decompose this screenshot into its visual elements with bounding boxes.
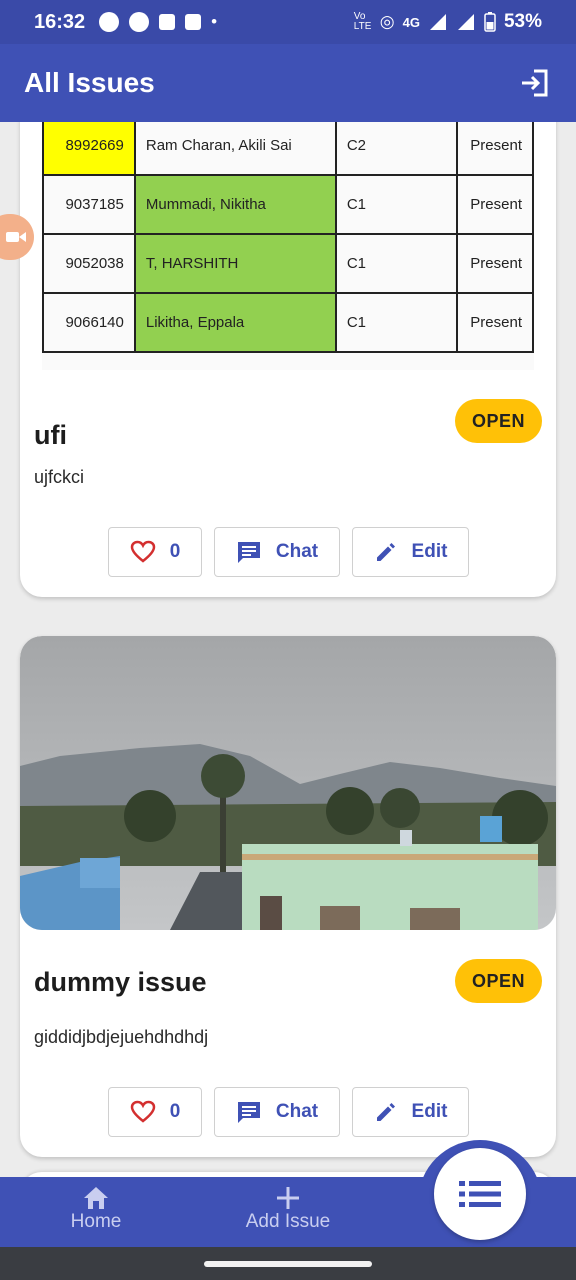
signal-icon xyxy=(429,14,446,30)
pencil-icon xyxy=(376,543,395,561)
nav-home[interactable]: Home xyxy=(26,1185,166,1233)
sheet-row: 9037185 Mummadi, Nikitha C1 Present xyxy=(42,174,534,235)
signal-icon-2 xyxy=(457,14,474,30)
chat-button[interactable]: Chat xyxy=(214,527,340,577)
system-gesture-bar xyxy=(0,1247,576,1280)
home-gesture-pill[interactable] xyxy=(204,1261,372,1267)
sheet-group: C1 xyxy=(334,174,459,235)
sheet-group: C1 xyxy=(334,292,459,353)
sheet-status: Present xyxy=(456,122,534,176)
sheet-name: Ram Charan, Akili Sai xyxy=(133,122,337,176)
notification-icons: • xyxy=(99,12,217,32)
list-icon xyxy=(459,1181,501,1207)
issue-description: giddidjbdjejuehdhdhdj xyxy=(34,1027,209,1047)
sheet-row: 9052038 T, HARSHITH C1 Present xyxy=(42,233,534,294)
like-button[interactable]: 0 xyxy=(108,527,202,577)
issue-description: ujfckci xyxy=(34,467,85,487)
network-label: 4G xyxy=(402,14,420,30)
whatsapp-icon xyxy=(99,12,120,32)
sheet-status: Present xyxy=(456,174,534,235)
sheet-group: C2 xyxy=(334,122,459,176)
status-badge: OPEN xyxy=(454,959,542,1003)
sheet-status: Present xyxy=(456,233,534,294)
sheet-name: Likitha, Eppala xyxy=(133,292,337,353)
sheet-id: 9066140 xyxy=(42,292,136,353)
battery-icon xyxy=(484,12,496,32)
plus-icon xyxy=(277,1187,299,1209)
app-notification-icon xyxy=(129,12,150,32)
issue-list[interactable]: 8992669 Ram Charan, Akili Sai C2 Present… xyxy=(0,122,576,1177)
edit-button[interactable]: Edit xyxy=(352,1087,469,1137)
video-camera-icon xyxy=(6,232,26,242)
page-title: All Issues xyxy=(24,67,155,98)
sheet-id: 9037185 xyxy=(42,174,136,235)
sheet-id: 9052038 xyxy=(42,233,136,294)
like-count: 0 xyxy=(169,541,181,562)
nav-add-issue[interactable]: Add Issue xyxy=(218,1185,358,1233)
sheet-row: 9066140 Likitha, Eppala C1 Present xyxy=(42,292,534,353)
status-time: 16:32 xyxy=(34,10,86,33)
drive-icon xyxy=(159,14,176,30)
hotspot-icon: ◎ xyxy=(379,12,395,31)
heart-icon xyxy=(130,1100,155,1123)
chat-icon xyxy=(237,1102,260,1123)
edit-label: Edit xyxy=(411,1101,448,1122)
issue-title: ufi xyxy=(34,420,67,450)
status-bar: 16:32 • Vo LTE ◎ 4G 53% xyxy=(0,0,576,44)
home-icon xyxy=(84,1187,108,1209)
app-bar: All Issues xyxy=(0,44,576,122)
chat-label: Chat xyxy=(275,1101,319,1122)
battery-percent: 53% xyxy=(503,11,542,32)
sheet-status: Present xyxy=(456,292,534,353)
sheet-row: 8992669 Ram Charan, Akili Sai C2 Present xyxy=(42,122,534,176)
sheet-name: Mummadi, Nikitha xyxy=(133,174,337,235)
landscape-photo xyxy=(20,636,556,930)
nav-home-label: Home xyxy=(70,1211,122,1232)
issue-card[interactable]: 8992669 Ram Charan, Akili Sai C2 Present… xyxy=(20,122,556,597)
gallery-icon xyxy=(185,14,202,30)
more-dot-icon: • xyxy=(211,12,218,31)
volte-label: Vo LTE xyxy=(353,11,372,32)
edit-label: Edit xyxy=(411,541,448,562)
logout-button[interactable] xyxy=(516,65,552,101)
issue-attachment-image[interactable]: 8992669 Ram Charan, Akili Sai C2 Present… xyxy=(42,122,534,370)
sheet-id: 8992669 xyxy=(42,122,136,176)
issue-card[interactable]: dummy issue OPEN giddidjbdjejuehdhdhdj 0… xyxy=(20,636,556,1157)
pencil-icon xyxy=(376,1103,395,1121)
chat-icon xyxy=(237,542,260,563)
sheet-name: T, HARSHITH xyxy=(133,233,337,294)
issue-actions: 0 Chat Edit xyxy=(108,1087,469,1137)
nav-add-label: Add Issue xyxy=(245,1211,331,1232)
attendance-sheet: 8992669 Ram Charan, Akili Sai C2 Present… xyxy=(42,122,534,353)
issue-title: dummy issue xyxy=(34,967,207,997)
edit-button[interactable]: Edit xyxy=(352,527,469,577)
issue-photo[interactable] xyxy=(20,636,556,930)
sheet-group: C1 xyxy=(334,233,459,294)
status-badge: OPEN xyxy=(454,399,542,443)
like-button[interactable]: 0 xyxy=(108,1087,202,1137)
heart-icon xyxy=(130,540,155,563)
chat-button[interactable]: Chat xyxy=(214,1087,340,1137)
chat-label: Chat xyxy=(275,541,319,562)
issue-list-fab[interactable] xyxy=(434,1148,526,1240)
like-count: 0 xyxy=(169,1101,181,1122)
logout-icon xyxy=(522,69,548,97)
issue-actions: 0 Chat Edit xyxy=(108,527,469,577)
status-right: Vo LTE ◎ 4G 53% xyxy=(354,11,542,33)
